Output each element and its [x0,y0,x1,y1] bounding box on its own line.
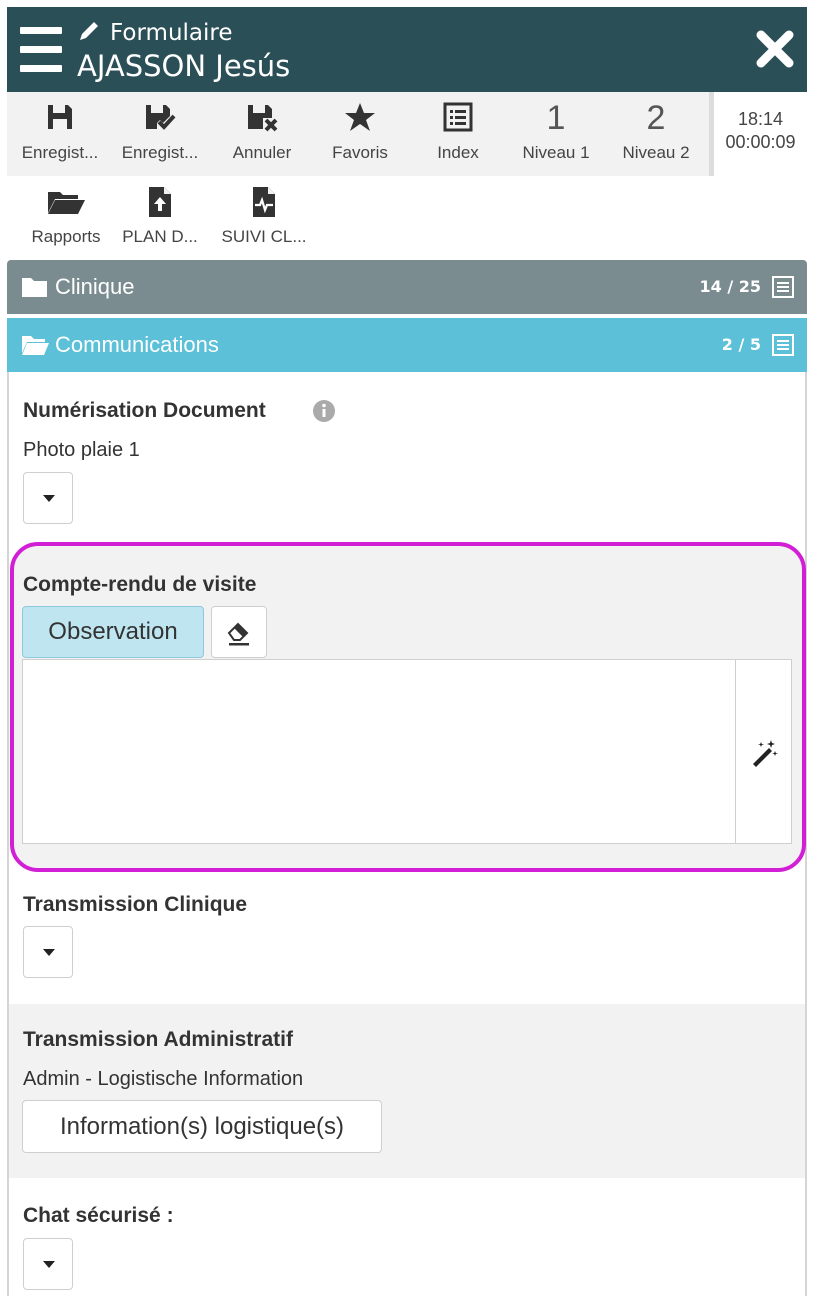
section-communications-title: Communications [55,332,219,357]
section-communications-count: 2 / 5 [721,335,761,354]
eraser-button[interactable] [211,606,267,658]
reports-label: Rapports [31,227,101,246]
section-clinique-count: 14 / 25 [699,277,761,296]
logistics-info-button[interactable]: Information(s) logistique(s) [22,1100,382,1153]
list-icon[interactable] [771,275,795,299]
clinical-followup-button[interactable]: SUIVI CL... [211,176,317,260]
level-1-button[interactable]: 1 Niveau 1 [507,92,605,176]
magic-wand-icon [753,740,778,767]
admin-transmission-value: Admin - Logistische Information [23,1068,304,1090]
cancel-label: Annuler [232,143,292,162]
list-icon [443,102,473,132]
folder-icon [22,278,47,297]
care-plan-button[interactable]: PLAN D... [111,176,209,260]
care-plan-label: PLAN D... [122,227,198,246]
patient-name: AJASSON Jesús [77,49,291,83]
session-timer: 18:14 00:00:09 [709,92,807,176]
index-label: Index [437,143,479,162]
app-header: Formulaire AJASSON Jesús [7,7,807,92]
section-communications[interactable]: Communications 2 / 5 [7,318,807,372]
secure-chat-label: Chat sécurisé : [23,1204,174,1227]
favorites-label: Favoris [332,143,388,162]
star-icon [345,103,375,131]
save-check-icon [146,105,176,130]
section-clinique-title: Clinique [55,274,135,299]
pencil-icon [80,22,98,40]
scan-document-label: Numérisation Document [23,399,266,422]
list-icon[interactable] [771,333,795,357]
document-upload-icon [149,187,171,217]
clinical-transmission-label: Transmission Clinique [23,893,248,916]
reports-button[interactable]: Rapports [17,176,115,260]
clinical-followup-label: SUIVI CL... [221,227,307,246]
toolbar-reports: Rapports PLAN D... SUIVI CL... [7,176,807,254]
document-pulse-icon [253,187,275,217]
save-icon [48,105,72,129]
cancel-button[interactable]: Annuler [213,92,311,176]
visit-report-textarea[interactable] [22,659,736,844]
scan-document-value: Photo plaie 1 [23,439,140,461]
menu-icon[interactable] [20,27,62,73]
magic-wand-button[interactable] [736,659,792,844]
level-2-label: Niveau 2 [622,143,690,162]
save-and-validate-button[interactable]: Enregist... [111,92,209,176]
section-clinique[interactable]: Clinique 14 / 25 [7,260,807,314]
save-validate-label: Enregist... [121,143,199,162]
info-icon[interactable] [312,399,336,423]
secure-chat-dropdown[interactable] [23,1238,73,1290]
toolbar: Enregist... Enregist... Annuler Favoris … [7,92,807,176]
elapsed-time: 00:00:09 [725,132,796,152]
level-1-number: 1 [546,99,566,137]
folder-open-icon [48,192,85,214]
observation-button[interactable]: Observation [22,606,204,658]
header-subtitle: Formulaire [110,20,233,46]
save-label: Enregist... [21,143,99,162]
eraser-icon [227,622,249,646]
index-button[interactable]: Index [409,92,507,176]
close-icon[interactable] [755,29,795,69]
level-2-button[interactable]: 2 Niveau 2 [607,92,705,176]
scan-document-dropdown[interactable] [23,472,73,524]
clinical-transmission-dropdown[interactable] [23,926,73,978]
favorites-button[interactable]: Favoris [311,92,409,176]
visit-report-label: Compte-rendu de visite [23,573,257,596]
admin-transmission-label: Transmission Administratif [23,1028,293,1051]
save-button[interactable]: Enregist... [11,92,109,176]
save-cancel-icon [248,105,278,132]
level-2-number: 2 [646,99,666,137]
current-time: 18:14 [737,109,784,129]
folder-open-icon [22,336,49,355]
level-1-label: Niveau 1 [522,143,590,162]
